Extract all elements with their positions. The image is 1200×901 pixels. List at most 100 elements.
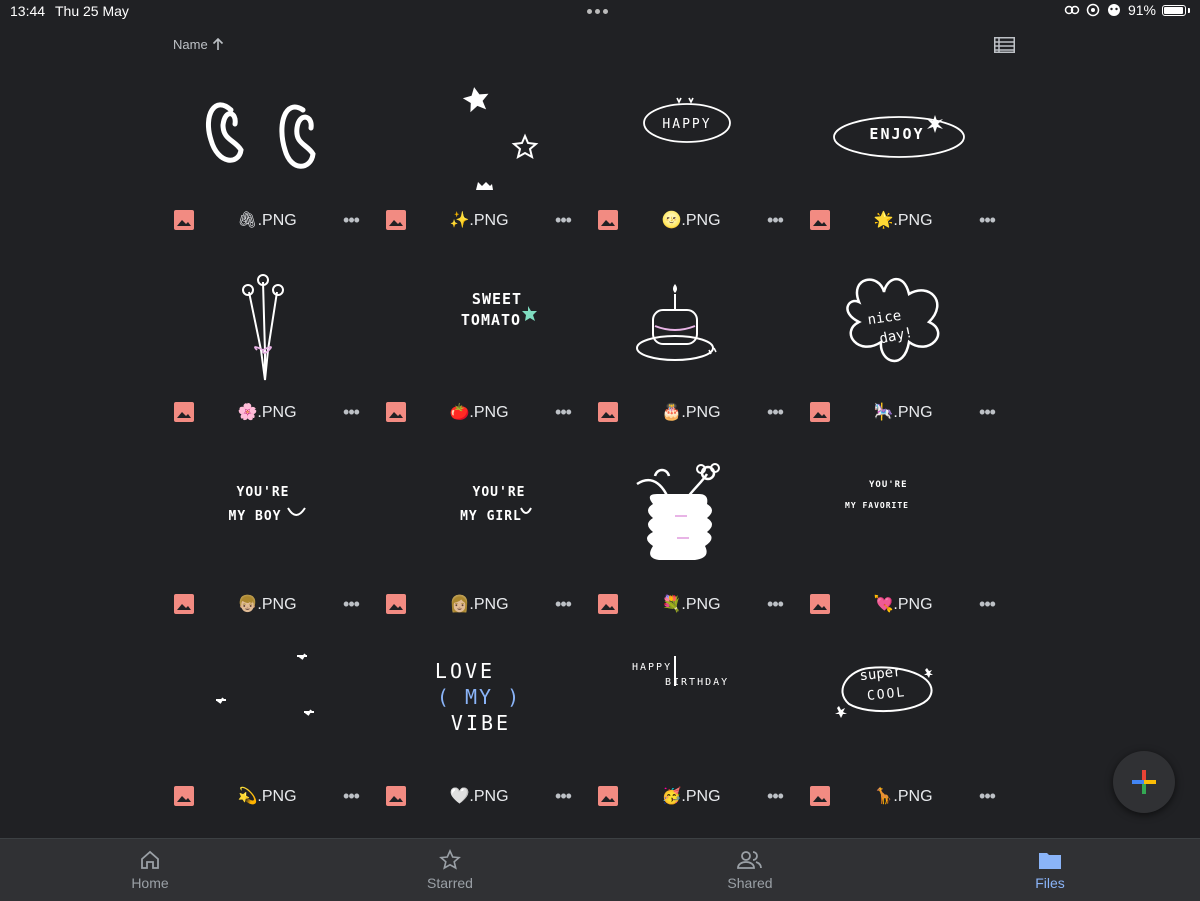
multitasking-dots-icon[interactable] — [587, 9, 613, 14]
image-file-icon — [598, 594, 618, 614]
file-tile[interactable]: HAPPY 🌝.PNG ••• — [597, 70, 809, 262]
nav-home-label: Home — [131, 875, 169, 891]
file-name: 🌝.PNG — [661, 212, 721, 229]
file-info: 🍅.PNG ••• — [385, 400, 575, 424]
file-info: 🎂.PNG ••• — [597, 400, 787, 424]
thumb-text-happy: HAPPY — [662, 117, 711, 132]
file-info: 👦🏼.PNG ••• — [173, 592, 363, 616]
file-info: 🥳.PNG ••• — [597, 784, 787, 808]
more-options-button[interactable]: ••• — [975, 403, 999, 421]
image-file-icon — [174, 402, 194, 422]
more-options-button[interactable]: ••• — [551, 403, 575, 421]
more-options-button[interactable]: ••• — [975, 595, 999, 613]
file-tile[interactable]: 💫.PNG ••• — [173, 646, 385, 838]
file-thumbnail[interactable]: HAPPY — [597, 70, 787, 200]
file-info: 💐.PNG ••• — [597, 592, 787, 616]
file-name: 🍅.PNG — [449, 404, 509, 421]
file-info: ✨.PNG ••• — [385, 208, 575, 232]
file-tile[interactable]: YOU'RE MY FAVORITE 💘.PNG ••• — [809, 454, 1021, 646]
image-file-icon — [810, 210, 830, 230]
sort-by-name-button[interactable]: Name — [173, 37, 224, 52]
more-options-button[interactable]: ••• — [551, 787, 575, 805]
file-info: 🦒.PNG ••• — [809, 784, 999, 808]
more-options-button[interactable]: ••• — [763, 211, 787, 229]
file-tile[interactable]: 🌸.PNG ••• — [173, 262, 385, 454]
thumb-text-birthday: BIRTHDAY — [665, 677, 729, 688]
status-date: Thu 25 May — [55, 3, 129, 19]
file-thumbnail[interactable]: nice day! — [809, 262, 999, 392]
folder-icon — [1039, 853, 1061, 869]
file-tile[interactable]: ENJOY 🌟.PNG ••• — [809, 70, 1021, 262]
thumb-text-vibe: VIBE — [451, 711, 511, 735]
file-thumbnail[interactable]: LOVE ( MY ) VIBE — [385, 646, 575, 776]
nav-shared-label: Shared — [727, 875, 773, 891]
file-info: 👩🏼.PNG ••• — [385, 592, 575, 616]
file-tile[interactable]: 🎂.PNG ••• — [597, 262, 809, 454]
file-tile[interactable]: 🖇.PNG ••• — [173, 70, 385, 262]
file-name: 🥳.PNG — [661, 788, 721, 805]
more-options-button[interactable]: ••• — [763, 595, 787, 613]
file-info: 🖇.PNG ••• — [173, 208, 363, 232]
more-options-button[interactable]: ••• — [551, 595, 575, 613]
file-tile[interactable]: SWEET TOMATO 🍅.PNG ••• — [385, 262, 597, 454]
file-thumbnail[interactable]: ENJOY — [809, 70, 999, 200]
thumb-text-youre: YOU'RE — [473, 485, 526, 500]
thumb-text-cool: COOL — [866, 685, 907, 704]
file-thumbnail[interactable] — [597, 454, 787, 584]
more-options-button[interactable]: ••• — [339, 211, 363, 229]
new-button[interactable] — [1113, 751, 1175, 813]
star-icon — [439, 849, 461, 870]
more-options-button[interactable]: ••• — [339, 403, 363, 421]
image-file-icon — [386, 594, 406, 614]
file-tile[interactable]: YOU'RE MY BOY 👦🏼.PNG ••• — [173, 454, 385, 646]
gamepad-icon — [1107, 4, 1120, 16]
nav-shared[interactable]: Shared — [600, 839, 900, 901]
status-indicators: 91% — [1064, 2, 1190, 18]
image-file-icon — [810, 402, 830, 422]
image-file-icon — [174, 594, 194, 614]
file-thumbnail[interactable]: YOU'RE MY BOY — [173, 454, 363, 584]
nav-files[interactable]: Files — [900, 839, 1200, 901]
file-tile[interactable]: ✨.PNG ••• — [385, 70, 597, 262]
more-options-button[interactable]: ••• — [763, 787, 787, 805]
image-file-icon — [386, 402, 406, 422]
file-tile[interactable]: LOVE ( MY ) VIBE 🤍.PNG ••• — [385, 646, 597, 838]
file-name: 🌸.PNG — [237, 404, 297, 421]
file-thumbnail[interactable]: SWEET TOMATO — [385, 262, 575, 392]
more-options-button[interactable]: ••• — [763, 403, 787, 421]
more-options-button[interactable]: ••• — [975, 787, 999, 805]
list-view-icon[interactable] — [994, 37, 1015, 53]
file-thumbnail[interactable]: YOU'RE MY GIRL — [385, 454, 575, 584]
file-name: 💘.PNG — [873, 596, 933, 613]
battery-icon — [1162, 4, 1186, 16]
file-tile[interactable]: nice day! 🎠.PNG ••• — [809, 262, 1021, 454]
file-thumbnail[interactable] — [173, 70, 363, 200]
at-icon — [1086, 3, 1100, 17]
file-thumbnail[interactable] — [597, 262, 787, 392]
file-name: 🖇.PNG — [237, 212, 297, 229]
file-tile[interactable]: YOU'RE MY GIRL 👩🏼.PNG ••• — [385, 454, 597, 646]
link-icon — [1064, 5, 1080, 15]
image-file-icon — [598, 402, 618, 422]
file-thumbnail[interactable] — [173, 646, 363, 776]
file-thumbnail[interactable] — [385, 70, 575, 200]
more-options-button[interactable]: ••• — [339, 595, 363, 613]
file-tile[interactable]: super COOL 🦒.PNG ••• — [809, 646, 1021, 838]
more-options-button[interactable]: ••• — [551, 211, 575, 229]
file-grid: 🖇.PNG ••• ✨.PNG ••• HAPPY 🌝.PNG ••• ENJO… — [173, 70, 1021, 838]
people-icon — [737, 851, 762, 869]
file-name: 💐.PNG — [661, 596, 721, 613]
nav-home[interactable]: Home — [0, 839, 300, 901]
file-thumbnail[interactable] — [173, 262, 363, 392]
file-thumbnail[interactable]: super COOL — [809, 646, 999, 776]
more-options-button[interactable]: ••• — [339, 787, 363, 805]
file-name: 🌟.PNG — [873, 212, 933, 229]
battery-percent: 91% — [1127, 2, 1156, 18]
nav-starred[interactable]: Starred — [300, 839, 600, 901]
status-bar: 13:44 Thu 25 May 91% — [0, 0, 1200, 22]
more-options-button[interactable]: ••• — [975, 211, 999, 229]
file-thumbnail[interactable]: YOU'RE MY FAVORITE — [809, 454, 999, 584]
file-tile[interactable]: HAPPY BIRTHDAY 🥳.PNG ••• — [597, 646, 809, 838]
file-thumbnail[interactable]: HAPPY BIRTHDAY — [597, 646, 787, 776]
file-tile[interactable]: 💐.PNG ••• — [597, 454, 809, 646]
